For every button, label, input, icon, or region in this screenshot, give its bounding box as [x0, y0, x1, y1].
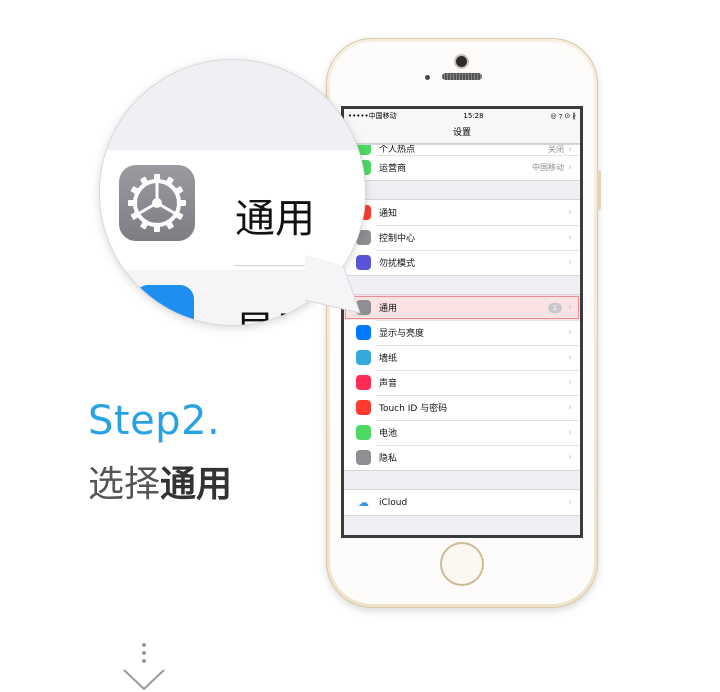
group-gap — [344, 471, 580, 489]
row-label: 隐私 — [379, 454, 398, 464]
chevron-right-icon: › — [568, 452, 572, 463]
step-instruction-bold: 通用 — [160, 464, 233, 505]
step-instruction-prefix: 选择 — [88, 464, 161, 505]
wallpaper-icon — [356, 350, 371, 365]
gear-icon — [119, 165, 195, 241]
power-button — [597, 170, 601, 210]
chevron-right-icon: › — [568, 352, 572, 363]
row-do-not-disturb[interactable]: 勿扰模式 › — [344, 250, 580, 275]
chevron-right-icon: › — [568, 327, 572, 338]
chevron-right-icon: › — [568, 232, 572, 243]
step-title: Step2. — [88, 398, 221, 444]
earpiece-speaker — [442, 73, 482, 80]
settings-group: ☁ iCloud › — [344, 489, 580, 516]
magnifier-top-area — [100, 60, 365, 151]
chevron-right-icon: › — [568, 377, 572, 388]
fingerprint-icon — [356, 400, 371, 415]
settings-list: 个人热点 关闭 › 运营商 中国移动 › 通知 › 控制中心 › 勿扰模式 › 通用 1 › 显示与亮度 › 墙纸… — [344, 144, 580, 516]
settings-screen: •••••中国移动 15:28 ◎ ⁊ ⊙ ∦ 设置 个人热点 关闭 › 运营商 中国移… — [341, 106, 583, 538]
settings-group: 通知 › 控制中心 › 勿扰模式 › — [344, 199, 580, 276]
chevron-right-icon: › — [568, 302, 572, 313]
status-bar: •••••中国移动 15:28 ◎ ⁊ ⊙ ∦ — [344, 109, 580, 123]
chevron-right-icon: › — [568, 257, 572, 268]
row-label: Touch ID 与密码 — [379, 404, 448, 414]
chevron-right-icon: › — [568, 427, 572, 438]
hand-icon — [356, 450, 371, 465]
update-badge: 1 — [548, 302, 562, 313]
magnifier-general-label: 通用 — [235, 196, 315, 242]
magnifier-next-label: 显示 — [235, 298, 315, 325]
row-carrier[interactable]: 运营商 中国移动 › — [344, 155, 580, 180]
row-label: 通用 — [379, 304, 398, 314]
sound-icon — [356, 375, 371, 390]
magnifier-pointer — [305, 255, 361, 314]
row-control-center[interactable]: 控制中心 › — [344, 225, 580, 250]
row-label: 声音 — [379, 379, 398, 389]
row-icloud[interactable]: ☁ iCloud › — [344, 490, 580, 515]
row-privacy[interactable]: 隐私 › — [344, 445, 580, 470]
settings-group: 通用 1 › 显示与亮度 › 墙纸 › 声音 › Touch ID 与密码 › 电池 › 隐私 › — [344, 294, 580, 471]
row-display[interactable]: 显示与亮度 › — [344, 320, 580, 345]
sensor-icon — [425, 75, 430, 80]
scroll-down-icon — [123, 643, 165, 691]
row-label: 墙纸 — [379, 354, 398, 364]
chevron-right-icon: › — [568, 162, 572, 173]
row-general[interactable]: 通用 1 › — [344, 295, 580, 320]
step-instruction: 选择通用 — [88, 455, 232, 507]
row-wallpaper[interactable]: 墙纸 › — [344, 345, 580, 370]
cloud-icon: ☁ — [356, 495, 371, 510]
status-icons: ◎ ⁊ ⊙ ∦ — [550, 112, 576, 120]
display-icon — [134, 285, 194, 325]
row-label: 显示与亮度 — [379, 329, 425, 339]
row-label: 控制中心 — [379, 234, 416, 244]
group-gap — [344, 276, 580, 294]
settings-group: 个人热点 关闭 › 运营商 中国移动 › — [344, 144, 580, 181]
row-label: 个人热点 — [379, 145, 416, 155]
front-camera-icon — [456, 56, 467, 67]
row-value: 中国移动 — [532, 163, 564, 172]
status-time: 15:28 — [463, 112, 484, 120]
chevron-right-icon: › — [568, 497, 572, 508]
row-label: 电池 — [379, 429, 398, 439]
row-label: 运营商 — [379, 164, 407, 174]
row-label: 通知 — [379, 209, 398, 219]
row-label: iCloud — [379, 497, 408, 508]
row-sounds[interactable]: 声音 › — [344, 370, 580, 395]
battery-icon — [356, 425, 371, 440]
chevron-right-icon: › — [568, 145, 572, 155]
row-touch-id[interactable]: Touch ID 与密码 › — [344, 395, 580, 420]
row-notifications[interactable]: 通知 › — [344, 200, 580, 225]
row-personal-hotspot-partial[interactable]: 个人热点 关闭 › — [344, 145, 580, 155]
row-value: 关闭 — [548, 145, 564, 154]
home-button[interactable] — [440, 542, 484, 586]
chevron-right-icon: › — [568, 207, 572, 218]
nav-title: 设置 — [344, 123, 580, 144]
chevron-right-icon: › — [568, 402, 572, 413]
row-battery[interactable]: 电池 › — [344, 420, 580, 445]
row-label: 勿扰模式 — [379, 259, 416, 269]
group-gap — [344, 181, 580, 199]
display-icon — [356, 325, 371, 340]
